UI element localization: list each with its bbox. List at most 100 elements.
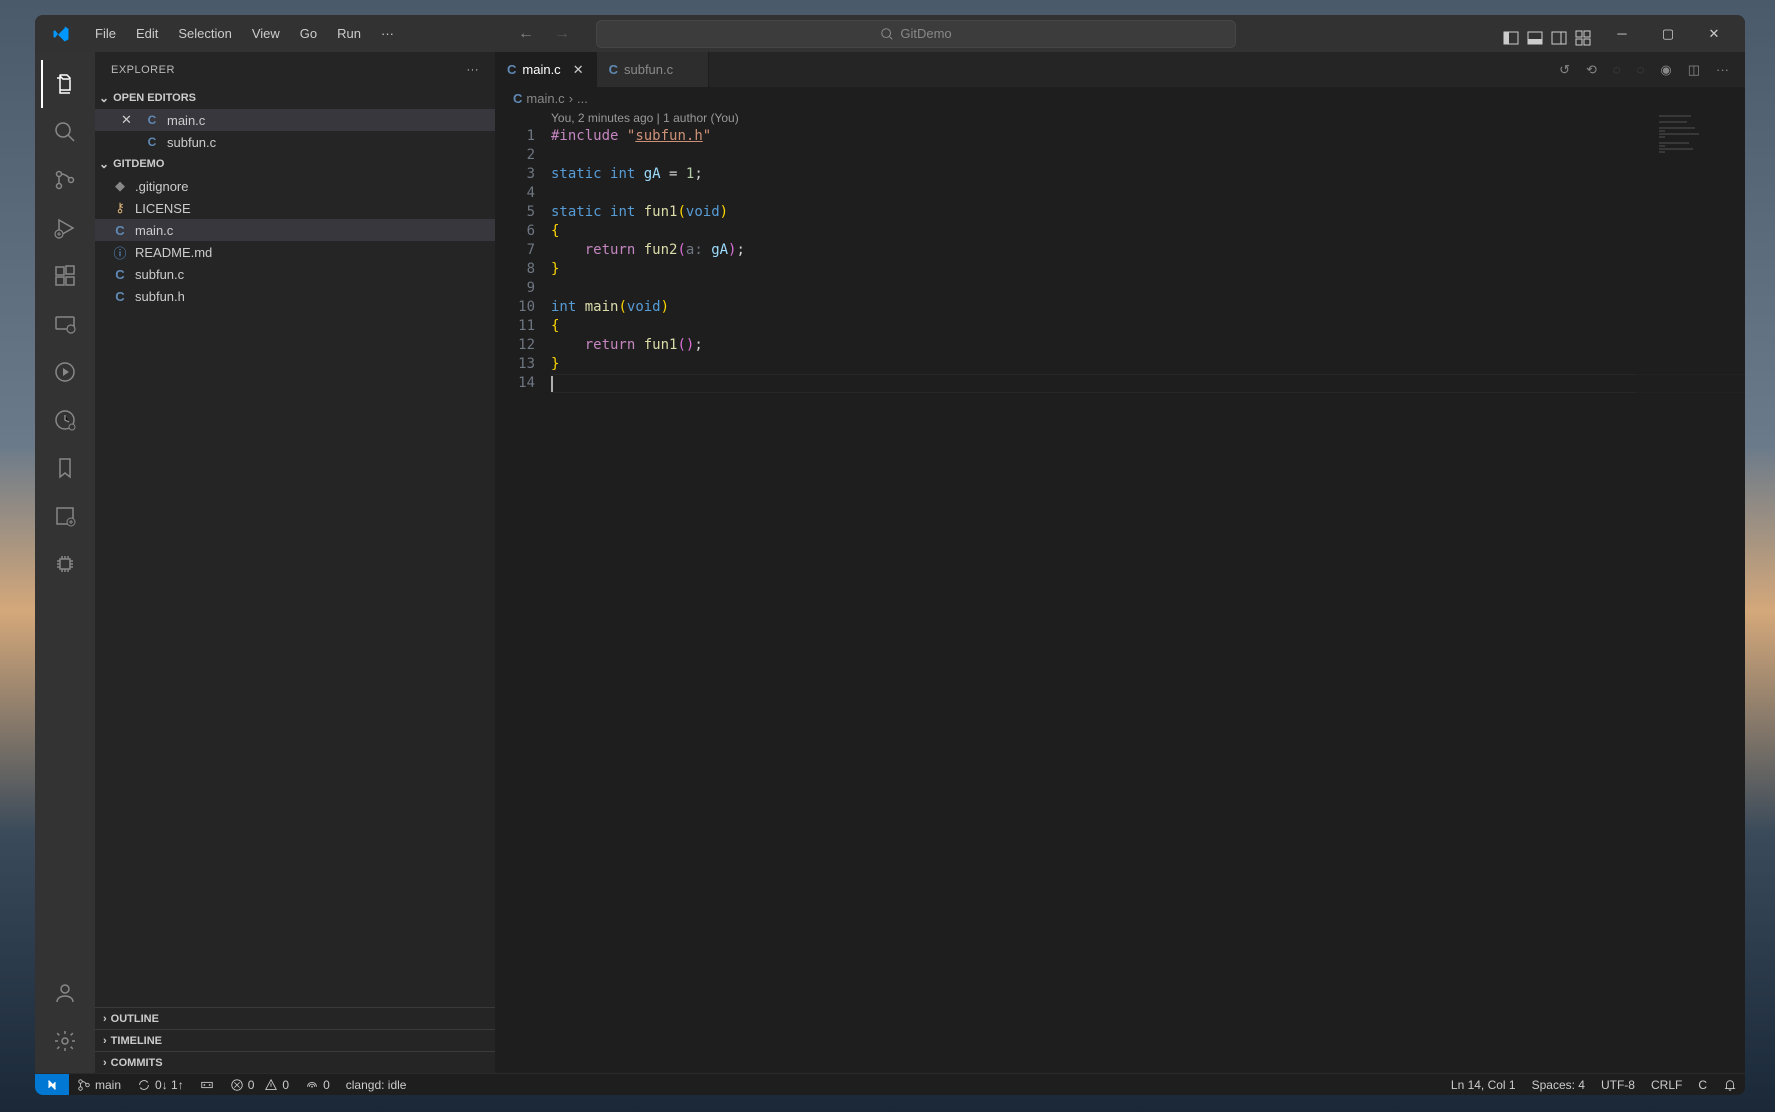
history-icon[interactable]: ↺ [1555,60,1574,80]
file-name: main.c [135,223,173,238]
section-label: OUTLINE [111,1013,159,1025]
status-sync[interactable]: 0↓ 1↑ [129,1074,192,1096]
activity-bottom [41,969,89,1065]
activity-bookmarks-icon[interactable] [41,444,89,492]
layout-panel-icon[interactable] [1523,26,1539,42]
tree-subfun-h[interactable]: C subfun.h [95,285,495,307]
activity-run-debug-icon[interactable] [41,204,89,252]
c-file-icon: C [111,223,129,238]
section-timeline[interactable]: ›TIMELINE [95,1029,495,1051]
activity-explorer-icon[interactable] [41,60,89,108]
tab-main-c[interactable]: C main.c ✕ [495,52,597,87]
status-live[interactable]: 0 [297,1074,338,1096]
more-icon[interactable]: ··· [1712,60,1733,79]
nav-forward-icon[interactable]: → [550,23,574,45]
error-count: 0 [248,1078,255,1092]
menu-edit[interactable]: Edit [126,22,168,45]
activity-accounts-icon[interactable] [41,969,89,1017]
open-editor-subfun-c[interactable]: C subfun.c [95,131,495,153]
activity-search-icon[interactable] [41,108,89,156]
editor-content[interactable]: 1234567891011121314 You, 2 minutes ago |… [495,109,1745,1073]
status-encoding[interactable]: UTF-8 [1593,1074,1643,1096]
close-icon[interactable]: ✕ [573,62,584,78]
status-cursor-pos[interactable]: Ln 14, Col 1 [1443,1074,1524,1096]
prev-icon[interactable]: ◌ [1609,60,1625,79]
tree-main-c[interactable]: C main.c [95,219,495,241]
status-eol[interactable]: CRLF [1643,1074,1690,1096]
gitignore-icon: ◆ [111,178,129,194]
close-icon[interactable]: ✕ [121,112,137,128]
status-ports[interactable] [192,1074,222,1096]
c-file-icon: C [143,135,161,149]
activity-extensions-icon[interactable] [41,252,89,300]
section-outline[interactable]: ›OUTLINE [95,1007,495,1029]
next-icon[interactable]: ◌ [1633,60,1649,79]
window-controls: ─ ▢ ✕ [1599,16,1737,52]
branch-name: main [95,1078,121,1092]
minimap[interactable] [1635,109,1745,1073]
menu-selection[interactable]: Selection [168,22,241,45]
c-file-icon: C [513,91,522,106]
editor-area: C main.c ✕ C subfun.c ✕ ↺ ⟲ ◌ ◌ ◉ ◫ ··· [495,52,1745,1073]
tree-gitignore[interactable]: ◆ .gitignore [95,175,495,197]
menu-file[interactable]: File [85,22,126,45]
status-problems[interactable]: 0 0 [222,1074,297,1096]
status-remote-icon[interactable] [35,1074,69,1096]
file-name: main.c [167,113,205,128]
file-name: subfun.h [135,289,185,304]
section-label: TIMELINE [111,1035,162,1047]
status-clangd[interactable]: clangd: idle [338,1074,415,1096]
editor-actions: ↺ ⟲ ◌ ◌ ◉ ◫ ··· [1543,52,1745,87]
status-branch[interactable]: main [69,1074,129,1096]
activity-testing-icon[interactable] [41,348,89,396]
activity-cmake-icon[interactable] [41,492,89,540]
activity-remote-icon[interactable] [41,300,89,348]
menu-more-icon[interactable]: ··· [371,22,404,45]
status-bar: main 0↓ 1↑ 0 0 0 clangd: idle Ln 14, Col… [35,1073,1745,1095]
file-name: subfun.c [135,267,184,282]
breadcrumb[interactable]: C main.c › ... [495,87,1745,109]
menu-bar: File Edit Selection View Go Run ··· [85,22,404,45]
maximize-button[interactable]: ▢ [1645,16,1691,52]
status-indent[interactable]: Spaces: 4 [1524,1074,1593,1096]
open-editor-main-c[interactable]: ✕ C main.c [95,109,495,131]
info-icon: ⓘ [111,243,129,262]
tab-subfun-c[interactable]: C subfun.c ✕ [597,52,709,87]
compare-icon[interactable]: ⟲ [1582,60,1601,80]
layout-sidebar-right-icon[interactable] [1547,26,1563,42]
chevron-down-icon: ⌄ [99,91,109,105]
activity-source-control-icon[interactable] [41,156,89,204]
menu-run[interactable]: Run [327,22,371,45]
activity-chip-icon[interactable] [41,540,89,588]
activity-timeline-icon[interactable] [41,396,89,444]
menu-view[interactable]: View [242,22,290,45]
layout-sidebar-left-icon[interactable] [1499,26,1515,42]
section-commits[interactable]: ›COMMITS [95,1051,495,1073]
layout-customize-icon[interactable] [1571,26,1587,42]
status-bell-icon[interactable] [1715,1074,1745,1096]
file-name: README.md [135,245,212,260]
menu-go[interactable]: Go [290,22,327,45]
code-area[interactable]: You, 2 minutes ago | 1 author (You) #inc… [551,109,1745,1073]
tree-readme[interactable]: ⓘ README.md [95,241,495,263]
tree-license[interactable]: ⚷ LICENSE [95,197,495,219]
command-center[interactable]: GitDemo [596,20,1236,48]
run-icon[interactable]: ◉ [1656,60,1675,80]
file-name: subfun.c [167,135,216,150]
nav-arrows: ← → [514,23,574,45]
section-folder[interactable]: ⌄ GITDEMO [95,153,495,175]
section-open-editors[interactable]: ⌄ OPEN EDITORS [95,87,495,109]
c-file-icon: C [507,62,516,77]
code-lens[interactable]: You, 2 minutes ago | 1 author (You) [551,109,1745,127]
tree-subfun-c[interactable]: C subfun.c [95,263,495,285]
close-button[interactable]: ✕ [1691,16,1737,52]
activity-settings-icon[interactable] [41,1017,89,1065]
nav-back-icon[interactable]: ← [514,23,538,45]
status-language[interactable]: C [1690,1074,1715,1096]
minimize-button[interactable]: ─ [1599,16,1645,52]
sidebar-more-icon[interactable]: ··· [467,64,480,76]
tab-label: main.c [522,62,560,77]
activity-bar [35,52,95,1073]
section-label: COMMITS [111,1057,163,1069]
split-icon[interactable]: ◫ [1684,60,1704,80]
